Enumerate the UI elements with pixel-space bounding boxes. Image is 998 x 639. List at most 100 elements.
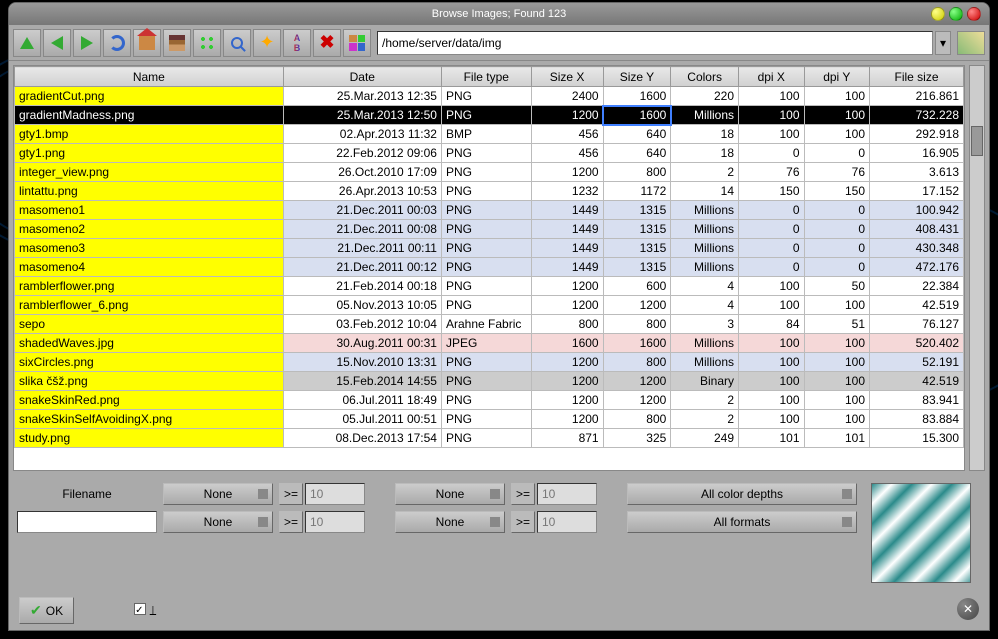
col-date[interactable]: Date (283, 67, 441, 87)
stripes-icon (169, 35, 185, 51)
table-row[interactable]: sepo03.Feb.2012 10:04Arahne Fabric800800… (15, 315, 964, 334)
filter-checkbox[interactable] (134, 603, 146, 615)
path-input[interactable] (377, 31, 933, 55)
cell-name: lintattu.png (15, 182, 284, 201)
table-row[interactable]: sixCircles.png15.Nov.2010 13:31PNG120080… (15, 353, 964, 372)
cell-colors: Millions (671, 258, 739, 277)
col-filesize[interactable]: File size (870, 67, 964, 87)
filter-op2[interactable]: >= (511, 483, 535, 505)
close-button[interactable] (967, 7, 981, 21)
home-button[interactable] (133, 29, 161, 57)
filter-val4[interactable] (537, 511, 597, 533)
cell-sizey: 640 (603, 144, 671, 163)
cell-filesize: 42.519 (870, 372, 964, 391)
file-table: Name Date File type Size X Size Y Colors… (13, 65, 965, 471)
stripes-button[interactable] (163, 29, 191, 57)
table-header-row: Name Date File type Size X Size Y Colors… (15, 67, 964, 87)
col-colors[interactable]: Colors (671, 67, 739, 87)
refresh-button[interactable] (103, 29, 131, 57)
table-row[interactable]: integer_view.png26.Oct.2010 17:09PNG1200… (15, 163, 964, 182)
filter-sort3[interactable]: None (163, 511, 273, 533)
grid-button[interactable] (343, 29, 371, 57)
ab-icon: AB (294, 33, 301, 53)
cell-date: 25.Mar.2013 12:50 (283, 106, 441, 125)
filter-op3[interactable]: >= (279, 511, 303, 533)
table-row[interactable]: study.png08.Dec.2013 17:54PNG87132524910… (15, 429, 964, 448)
table-row[interactable]: gradientMadness.png25.Mar.2013 12:50PNG1… (15, 106, 964, 125)
cell-type: PNG (441, 87, 531, 106)
titlebar[interactable]: Browse Images; Found 123 (9, 3, 989, 25)
filename-input[interactable] (17, 511, 157, 533)
table-row[interactable]: masomeno121.Dec.2011 00:03PNG14491315Mil… (15, 201, 964, 220)
star-button[interactable]: ✦ (253, 29, 281, 57)
filter-sort1[interactable]: None (163, 483, 273, 505)
forward-button[interactable] (73, 29, 101, 57)
cell-name: snakeSkinRed.png (15, 391, 284, 410)
table-row[interactable]: ramblerflower.png21.Feb.2014 00:18PNG120… (15, 277, 964, 296)
close-corner-button[interactable]: ✕ (957, 598, 979, 620)
col-name[interactable]: Name (15, 67, 284, 87)
filter-val3[interactable] (305, 511, 365, 533)
table-row[interactable]: gty1.bmp02.Apr.2013 11:32BMP456640181001… (15, 125, 964, 144)
cell-date: 22.Feb.2012 09:06 (283, 144, 441, 163)
home-icon (139, 36, 155, 50)
col-sizey[interactable]: Size Y (603, 67, 671, 87)
minimize-button[interactable] (931, 7, 945, 21)
table-row[interactable]: shadedWaves.jpg30.Aug.2011 00:31JPEG1600… (15, 334, 964, 353)
cell-name: gty1.png (15, 144, 284, 163)
color-depth-filter[interactable]: All color depths (627, 483, 857, 505)
grid-icon (349, 35, 365, 51)
filter-val2[interactable] (537, 483, 597, 505)
col-type[interactable]: File type (441, 67, 531, 87)
cell-date: 21.Dec.2011 00:11 (283, 239, 441, 258)
filter-sort4[interactable]: None (395, 511, 505, 533)
table-row[interactable]: slika čšž.png15.Feb.2014 14:55PNG1200120… (15, 372, 964, 391)
cell-sizex: 871 (531, 429, 603, 448)
up-button[interactable] (13, 29, 41, 57)
tree-button[interactable] (957, 31, 985, 55)
table-row[interactable]: lintattu.png26.Apr.2013 10:53PNG12321172… (15, 182, 964, 201)
maximize-button[interactable] (949, 7, 963, 21)
cell-dpix: 101 (739, 429, 805, 448)
table-row[interactable]: masomeno221.Dec.2011 00:08PNG14491315Mil… (15, 220, 964, 239)
ab-button[interactable]: AB (283, 29, 311, 57)
cell-name: ramblerflower_6.png (15, 296, 284, 315)
cell-type: PNG (441, 239, 531, 258)
table-row[interactable]: masomeno421.Dec.2011 00:12PNG14491315Mil… (15, 258, 964, 277)
vertical-scrollbar[interactable] (969, 65, 985, 471)
cell-sizey: 800 (603, 163, 671, 182)
table-row[interactable]: ramblerflower_6.png05.Nov.2013 10:05PNG1… (15, 296, 964, 315)
thumbnails-button[interactable] (193, 29, 221, 57)
filter-op4[interactable]: >= (511, 511, 535, 533)
format-filter[interactable]: All formats (627, 511, 857, 533)
col-dpix[interactable]: dpi X (739, 67, 805, 87)
cell-dpix: 100 (739, 353, 805, 372)
table-row[interactable]: snakeSkinSelfAvoidingX.png05.Jul.2011 00… (15, 410, 964, 429)
table-row[interactable]: snakeSkinRed.png06.Jul.2011 18:49PNG1200… (15, 391, 964, 410)
path-dropdown[interactable]: ▾ (935, 31, 951, 55)
delete-button[interactable]: ✖ (313, 29, 341, 57)
table-row[interactable]: gty1.png22.Feb.2012 09:06PNG456640180016… (15, 144, 964, 163)
scrollbar-thumb[interactable] (971, 126, 983, 156)
cell-type: PNG (441, 220, 531, 239)
cell-colors: 249 (671, 429, 739, 448)
back-button[interactable] (43, 29, 71, 57)
zoom-button[interactable] (223, 29, 251, 57)
cell-dpiy: 100 (804, 106, 870, 125)
cell-sizey: 800 (603, 353, 671, 372)
cell-sizex: 2400 (531, 87, 603, 106)
table-row[interactable]: gradientCut.png25.Mar.2013 12:35PNG24001… (15, 87, 964, 106)
col-sizex[interactable]: Size X (531, 67, 603, 87)
cell-dpix: 84 (739, 315, 805, 334)
ok-button[interactable]: ✔ OK (19, 597, 74, 624)
filter-op1[interactable]: >= (279, 483, 303, 505)
cell-date: 26.Oct.2010 17:09 (283, 163, 441, 182)
col-dpiy[interactable]: dpi Y (804, 67, 870, 87)
table-row[interactable]: masomeno321.Dec.2011 00:11PNG14491315Mil… (15, 239, 964, 258)
filter-sort2[interactable]: None (395, 483, 505, 505)
cell-filesize: 3.613 (870, 163, 964, 182)
cell-sizex: 1200 (531, 353, 603, 372)
cell-colors: Millions (671, 353, 739, 372)
cell-dpix: 100 (739, 296, 805, 315)
filter-val1[interactable] (305, 483, 365, 505)
